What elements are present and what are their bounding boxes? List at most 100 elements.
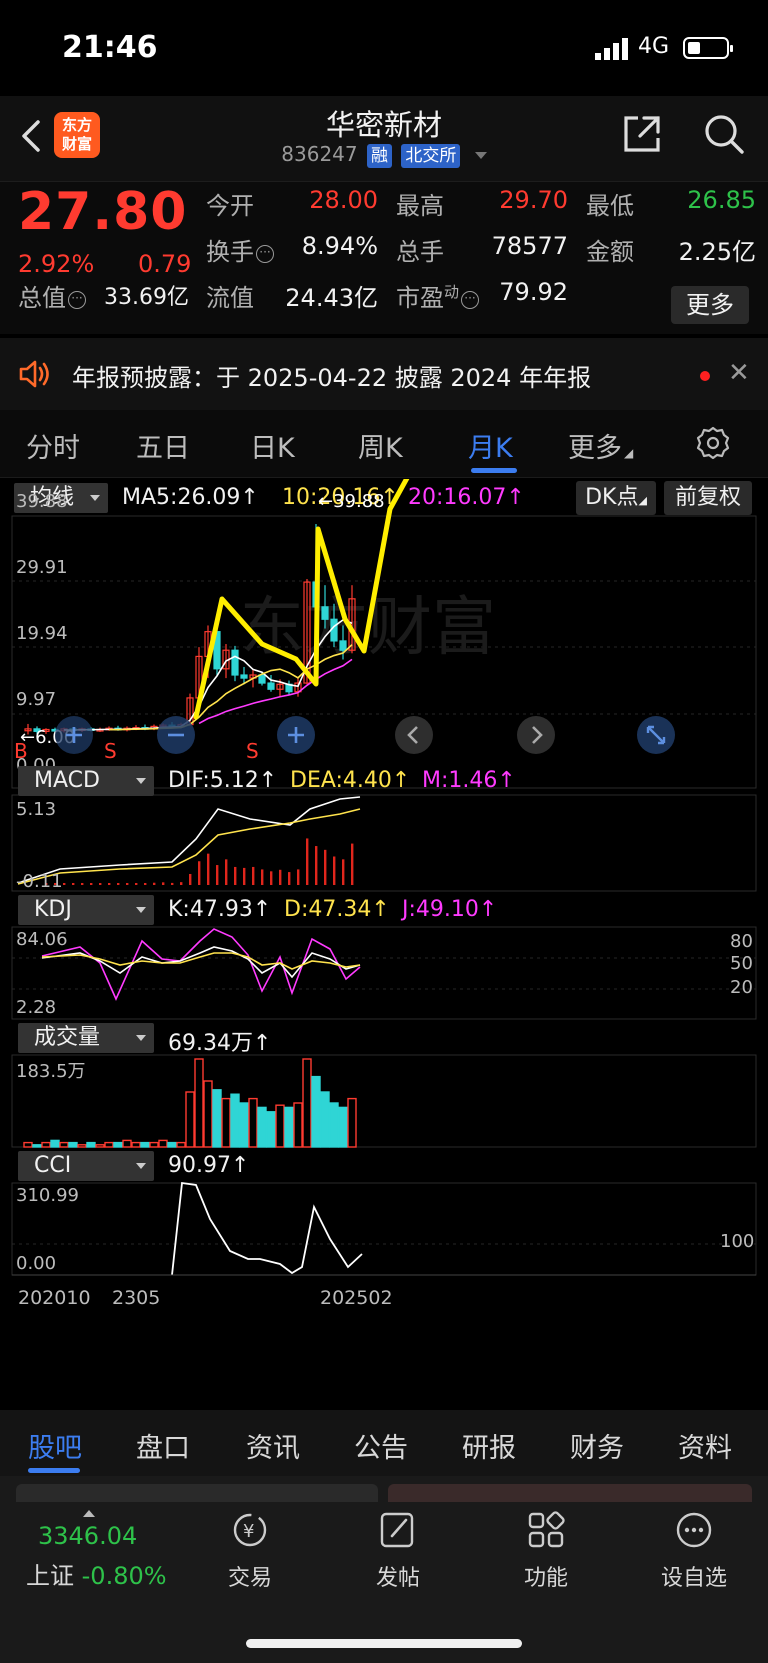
zoom-in-ghost-icon[interactable] (54, 715, 94, 755)
volume-bar (329, 1102, 339, 1148)
low-value: 26.85 (687, 186, 756, 214)
cci-selector[interactable]: CCI (18, 1151, 154, 1181)
tab-5day[interactable]: 五日 (136, 426, 190, 465)
post-button[interactable]: 发帖 (348, 1510, 448, 1592)
mcap-label[interactable]: 总值 ··· (18, 278, 86, 313)
volume-bar (347, 1097, 357, 1148)
scroll-left-icon[interactable] (394, 715, 434, 755)
battery-icon (683, 37, 733, 59)
stock-header: 东方 财富 华密新材 836247 融 北交所 (0, 96, 768, 182)
share-icon[interactable] (620, 112, 664, 156)
kdj-level-20: 20 (730, 977, 753, 998)
period-tabs: 分时 五日 日K 周K 月K 更多 ◢ (0, 410, 768, 478)
search-icon[interactable] (702, 112, 746, 156)
volume-bar (194, 1058, 204, 1148)
tab-profile[interactable]: 资料 (678, 1426, 732, 1465)
tab-forum[interactable]: 股吧 (28, 1426, 82, 1465)
volume-bar (59, 1141, 69, 1148)
zoom-in-icon[interactable] (276, 715, 316, 755)
tab-news[interactable]: 资讯 (246, 1426, 300, 1465)
candle (267, 682, 275, 690)
high-value: 29.70 (499, 186, 568, 214)
volume-selector[interactable]: 成交量 (18, 1023, 154, 1053)
volume-bar (302, 1058, 312, 1148)
more-button[interactable]: 更多 (671, 286, 749, 324)
kdj-j: J:49.10↑ (402, 897, 498, 922)
volume-bar (41, 1141, 51, 1148)
macd-top: 5.13 (16, 799, 57, 820)
macd-bar (252, 866, 255, 885)
index-label[interactable]: 上证 -0.80% (26, 1556, 167, 1591)
bottom-toolbar: 3346.04 上证 -0.80% ¥ 交易 发帖 功能 设自选 (0, 1476, 768, 1663)
macd-bar (81, 883, 84, 885)
tab-intraday[interactable]: 分时 (26, 426, 80, 465)
open-label: 今开 (206, 192, 254, 220)
candle (231, 649, 239, 676)
kdj-level-80: 80 (730, 931, 753, 952)
macd-bar (288, 872, 291, 885)
index-value[interactable]: 3346.04 (38, 1522, 137, 1550)
kdj-selector[interactable]: KDJ (18, 895, 154, 925)
tab-finance[interactable]: 财务 (570, 1426, 624, 1465)
macd-bar (189, 873, 192, 885)
volume-bar (86, 1141, 96, 1148)
add-watchlist-button[interactable]: 设自选 (644, 1510, 744, 1592)
volume-bar (68, 1141, 78, 1148)
macd-bar (63, 883, 66, 885)
change-value: 0.79 (138, 250, 192, 278)
more-dots-icon (676, 1512, 712, 1548)
zoom-out-icon[interactable] (156, 715, 196, 755)
turnover-label[interactable]: 换手 ··· (206, 232, 274, 267)
unread-dot (700, 371, 710, 381)
y-tick-2: 29.91 (16, 557, 68, 578)
functions-button[interactable]: 功能 (496, 1510, 596, 1592)
volume-value: 78577 (491, 232, 568, 260)
macd-bar (126, 883, 129, 885)
volume-bar (284, 1106, 294, 1148)
cci-bottom: 0.00 (16, 1253, 57, 1274)
status-bar: 21:46 4G (0, 0, 768, 96)
tab-weekly[interactable]: 周K (358, 426, 403, 465)
tab-daily[interactable]: 日K (250, 426, 295, 465)
tab-research[interactable]: 研报 (462, 1426, 516, 1465)
home-indicator[interactable] (246, 1639, 522, 1648)
notice-bar[interactable]: 年报预披露：于 2025-04-22 披露 2024 年年报 ✕ (0, 338, 768, 410)
tab-orderbook[interactable]: 盘口 (136, 1426, 190, 1465)
cci-value: 90.97↑ (168, 1153, 250, 1178)
kdj-d: D:47.34↑ (284, 897, 390, 922)
expand-up-icon[interactable] (83, 1510, 95, 1517)
macd-bar (324, 849, 327, 885)
kdj-k: K:47.93↑ (168, 897, 272, 922)
change-percent: 2.92% (18, 250, 95, 278)
trade-button[interactable]: ¥ 交易 (200, 1510, 300, 1592)
svg-text:¥: ¥ (243, 1521, 254, 1542)
tab-more[interactable]: 更多 ◢ (568, 426, 633, 465)
active-tab-indicator (471, 468, 517, 473)
chart-area[interactable]: 均线 MA5:26.09↑ 10:20.16↑ 20:16.07↑ DK点◢ 前… (0, 479, 768, 1409)
mcap-value: 33.69亿 (104, 285, 189, 310)
macd-bar (306, 838, 309, 885)
volume-bar (50, 1139, 60, 1148)
volume-bar (113, 1141, 123, 1148)
volume-bar (230, 1093, 240, 1148)
macd-selector[interactable]: MACD (18, 766, 154, 796)
scroll-right-icon[interactable] (516, 715, 556, 755)
volume-bar (95, 1144, 105, 1148)
pe-label[interactable]: 市盈动 ··· (396, 278, 480, 313)
gear-icon[interactable] (696, 426, 730, 460)
macd-bar (117, 883, 120, 885)
macd-bar (261, 869, 264, 885)
buy-mark: B (14, 739, 28, 763)
close-icon[interactable]: ✕ (728, 358, 750, 388)
tab-monthly[interactable]: 月K (468, 426, 513, 465)
volume-bar (266, 1111, 276, 1148)
volume-bar (275, 1104, 285, 1148)
active-tab-indicator (28, 1468, 80, 1473)
candle (321, 606, 329, 620)
dropdown-icon (474, 152, 487, 159)
tab-announcements[interactable]: 公告 (354, 1426, 408, 1465)
cci-line (171, 1181, 363, 1276)
macd-bar (351, 843, 354, 885)
fullscreen-icon[interactable] (636, 715, 676, 755)
macd-bar (216, 865, 219, 885)
